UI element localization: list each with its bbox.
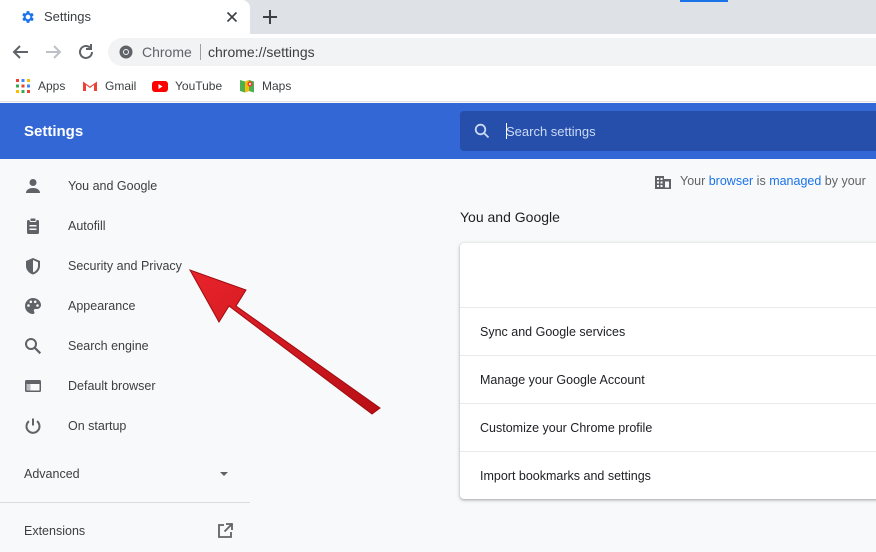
bookmark-label: Apps: [38, 79, 66, 93]
caret-down-icon: [220, 472, 228, 476]
tab-strip: Settings: [0, 0, 876, 34]
you-and-google-card: Sync and Google services Manage your Goo…: [460, 243, 876, 499]
row-label: Import bookmarks and settings: [480, 469, 651, 483]
notice-middle: is: [753, 174, 770, 188]
bookmark-label: Maps: [262, 79, 292, 93]
apps-grid-icon: [16, 79, 30, 93]
sidebar-item-search-engine[interactable]: Search engine: [0, 326, 250, 366]
sidebar-item-label: On startup: [68, 419, 127, 433]
search-settings-field[interactable]: Search settings: [460, 111, 876, 151]
maps-icon: [240, 80, 254, 93]
bookmark-label: Gmail: [105, 79, 137, 93]
sidebar-item-extensions[interactable]: Extensions: [0, 514, 250, 544]
browser-window-icon: [25, 380, 41, 392]
sidebar-item-label: Autofill: [68, 219, 106, 233]
search-placeholder: Search settings: [506, 124, 596, 139]
row-import-bookmarks[interactable]: Import bookmarks and settings: [460, 451, 876, 499]
address-bar[interactable]: Chrome chrome://settings: [108, 38, 876, 66]
browser-link[interactable]: browser: [709, 174, 753, 188]
sidebar-item-on-startup[interactable]: On startup: [0, 406, 250, 446]
sidebar-item-you-and-google[interactable]: You and Google: [0, 166, 250, 206]
bookmark-label: YouTube: [175, 79, 223, 93]
sidebar-item-label: Security and Privacy: [68, 259, 182, 273]
settings-sidebar: You and Google Autofill Security and Pri…: [0, 159, 250, 552]
managed-link[interactable]: managed: [769, 174, 821, 188]
omnibox-separator: [200, 44, 201, 60]
sidebar-divider: [0, 502, 250, 503]
open-in-new-icon: [218, 523, 233, 538]
shield-icon: [26, 258, 40, 275]
tab-title: Settings: [44, 9, 91, 24]
notice-suffix: by your: [821, 174, 866, 188]
tab-settings[interactable]: Settings: [0, 0, 250, 34]
sidebar-item-security-and-privacy[interactable]: Security and Privacy: [0, 246, 250, 286]
row-label: Sync and Google services: [480, 325, 626, 339]
browser-toolbar: Chrome chrome://settings: [0, 34, 876, 70]
gear-icon: [22, 11, 34, 23]
building-icon: [655, 176, 671, 189]
sidebar-item-label: You and Google: [68, 179, 158, 193]
bookmarks-bar: Apps Gmail YouTube Maps: [0, 70, 876, 102]
sidebar-item-label: Search engine: [68, 339, 149, 353]
section-title: You and Google: [460, 209, 560, 225]
youtube-icon: [152, 81, 168, 92]
back-arrow-icon[interactable]: [10, 41, 32, 63]
row-label: Customize your Chrome profile: [480, 421, 653, 435]
new-tab-plus-icon[interactable]: [260, 7, 280, 27]
clipboard-icon: [27, 217, 39, 234]
search-icon: [25, 338, 42, 355]
sidebar-item-default-browser[interactable]: Default browser: [0, 366, 250, 406]
sidebar-item-label: Default browser: [68, 379, 156, 393]
row-manage-google-account[interactable]: Manage your Google Account: [460, 355, 876, 403]
row-customize-chrome-profile[interactable]: Customize your Chrome profile: [460, 403, 876, 451]
sidebar-advanced-toggle[interactable]: Advanced: [0, 459, 250, 489]
person-icon: [26, 179, 40, 193]
extensions-label: Extensions: [24, 524, 86, 538]
search-icon: [474, 123, 490, 139]
advanced-label: Advanced: [24, 467, 80, 481]
power-icon: [25, 418, 41, 434]
row-sync-and-google-services[interactable]: Sync and Google services: [460, 307, 876, 355]
site-chip-label: Chrome: [142, 44, 192, 60]
managed-notice-text: Your browser is managed by your: [680, 174, 866, 188]
palette-icon: [25, 298, 41, 314]
close-icon[interactable]: [224, 9, 240, 25]
forward-arrow-icon[interactable]: [42, 41, 64, 63]
tab-strip-accent: [680, 0, 728, 2]
row-label: Manage your Google Account: [480, 373, 645, 387]
sidebar-item-label: Appearance: [68, 299, 136, 313]
gmail-icon: [83, 81, 97, 91]
managed-browser-notice: Your browser is managed by your: [654, 172, 876, 192]
sidebar-item-autofill[interactable]: Autofill: [0, 206, 250, 246]
page-title: Settings: [24, 123, 84, 140]
chrome-logo-icon: [119, 45, 133, 59]
notice-prefix: Your: [680, 174, 709, 188]
reload-icon[interactable]: [75, 41, 97, 63]
settings-header: Settings Search settings: [0, 103, 876, 159]
sidebar-item-appearance[interactable]: Appearance: [0, 286, 250, 326]
url-text[interactable]: chrome://settings: [208, 44, 315, 60]
